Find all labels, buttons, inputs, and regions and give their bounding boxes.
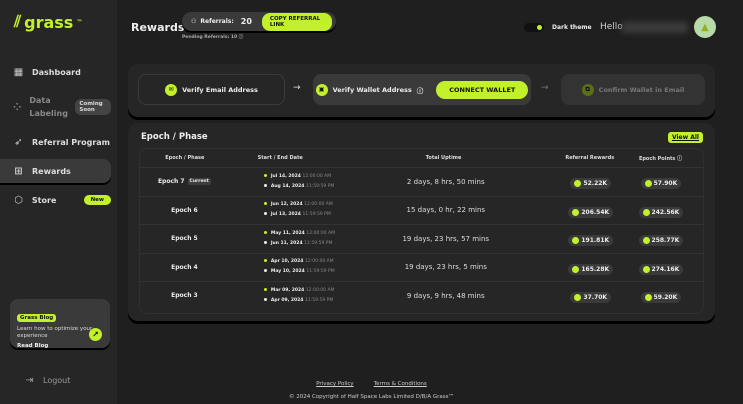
epoch-points: 242.56K — [638, 206, 684, 218]
avatar[interactable]: ▲ — [694, 16, 716, 38]
referrals-count: 20 — [240, 17, 252, 26]
date-range: May 11, 2024 12:00:00 AM Jun 11, 2024 11:… — [229, 229, 335, 249]
step-verify-email[interactable]: ✉ Verify Email Address — [138, 74, 285, 105]
link-icon: ⧉ — [581, 83, 594, 96]
coming-soon-badge: Coming Soon — [75, 99, 111, 115]
referral-rewards: 191.81K — [568, 235, 614, 247]
arrow-up-right-icon[interactable]: ↗ — [89, 328, 102, 341]
date-range: Mar 09, 2024 12:00:00 AM Apr 09, 2024 11:… — [229, 286, 334, 306]
epoch-points: 57.90K — [640, 178, 682, 190]
epoch-card: Epoch / Phase View All Epoch / Phase Sta… — [128, 123, 715, 321]
new-badge: New — [83, 195, 111, 205]
table-row: Epoch 3 Mar 09, 2024 12:00:00 AM Apr 09, … — [140, 281, 703, 310]
gift-icon: ⊞ — [14, 165, 23, 177]
connect-wallet-button[interactable]: CONNECT WALLET — [436, 80, 529, 99]
username-blurred — [622, 22, 688, 33]
grid-icon: ▦ — [13, 66, 24, 78]
logout-button[interactable]: ⇥ Logout — [0, 368, 111, 392]
sidebar-item-referral-program[interactable]: ➶ Referral Program — [0, 130, 111, 154]
copy-referral-link-button[interactable]: COPY REFERRAL LINK — [261, 12, 332, 31]
cube-icon: ⬡ — [14, 194, 23, 206]
epoch-title: Epoch / Phase — [141, 132, 208, 142]
grass-blog-card[interactable]: Grass Blog Learn how to optimize your ex… — [10, 299, 110, 349]
sidebar-item-data-labeling[interactable]: ⁘ Data Labeling Coming Soon — [0, 94, 111, 120]
epoch-name: Epoch 3 — [171, 292, 198, 300]
read-blog-link[interactable]: Read Blog — [17, 343, 103, 349]
total-uptime: 15 days, 0 hr, 22 mins — [406, 206, 486, 215]
greeting: Hello — [600, 22, 623, 32]
grass-coin-icon — [574, 180, 582, 188]
sidebar-item-store[interactable]: ⬡ Store New — [0, 188, 111, 212]
footer-links: Privacy Policy Terms & Conditions — [0, 381, 743, 387]
date-range: Jul 14, 2024 12:00:00 AM Aug 14, 2024 11:… — [229, 172, 334, 192]
referral-rewards: 37.70K — [570, 292, 612, 304]
referral-rewards: 52.22K — [570, 178, 612, 190]
rocket-icon: ➶ — [14, 136, 23, 148]
pending-referrals: Pending Referrals: 10 ⓘ — [182, 35, 244, 40]
arrow-right-icon: → — [293, 83, 301, 93]
referrals-pill: ⚇ Referrals: 20 COPY REFERRAL LINK — [182, 12, 336, 31]
epoch-table: Epoch / Phase Start / End Date Total Upt… — [139, 148, 704, 314]
grass-coin-icon — [642, 265, 650, 273]
logo[interactable]: ⫽ grass ™ — [14, 12, 82, 32]
terms-link[interactable]: Terms & Conditions — [374, 381, 427, 387]
wallet-icon: ▣ — [315, 83, 328, 96]
grass-coin-icon — [574, 294, 582, 302]
current-badge: Current — [187, 178, 211, 186]
date-range: Jun 12, 2024 12:00:00 AM Jul 13, 2024 11:… — [229, 200, 333, 220]
mail-icon: ✉ — [165, 83, 178, 96]
referral-rewards: 206.54K — [568, 206, 614, 218]
epoch-points: 258.77K — [638, 235, 684, 247]
table-row: Epoch 7 Current Jul 14, 2024 12:00:00 AM A… — [140, 167, 703, 196]
table-row: Epoch 6 Jun 12, 2024 12:00:00 AM Jul 13, … — [140, 195, 703, 225]
step-verify-wallet: ▣ Verify Wallet Address ⓘ CONNECT WALLET — [313, 74, 531, 105]
arrow-right-icon: → — [541, 83, 549, 93]
table-row: Epoch 5 May 11, 2024 12:00:00 AM Jun 11, … — [140, 224, 703, 253]
view-all-button[interactable]: View All — [667, 132, 703, 143]
total-uptime: 19 days, 23 hrs, 5 mins — [404, 263, 487, 272]
total-uptime: 2 days, 8 hrs, 50 mins — [406, 177, 485, 186]
user-icon: ⚇ — [191, 18, 197, 25]
info-icon[interactable]: ⓘ — [239, 35, 244, 40]
epoch-name: Epoch 6 — [171, 206, 198, 214]
grass-coin-icon — [572, 237, 580, 245]
info-icon[interactable]: ⓘ — [417, 85, 424, 95]
epoch-name: Epoch 7 — [157, 178, 185, 186]
dark-theme-toggle[interactable] — [524, 23, 544, 32]
page-title: Rewards — [131, 21, 185, 34]
sidebar: ⫽ grass ™ ▦ Dashboard ⁘ Data Labeling Coming … — [0, 0, 117, 404]
sidebar-item-rewards[interactable]: ⊞ Rewards — [0, 159, 111, 183]
sidebar-item-dashboard[interactable]: ▦ Dashboard — [0, 60, 111, 84]
dark-theme-label: Dark theme — [552, 24, 592, 31]
grass-coin-icon — [572, 265, 580, 273]
grass-coin-icon — [642, 237, 650, 245]
step-confirm-wallet: ⧉ Confirm Wallet in Email — [561, 74, 705, 105]
blog-tag: Grass Blog — [17, 314, 57, 322]
epoch-name: Epoch 5 — [171, 235, 198, 243]
labeling-icon: ⁘ — [13, 101, 22, 113]
grass-coin-icon — [644, 180, 652, 188]
table-row: Epoch 4 Apr 10, 2024 12:00:00 AM May 10, … — [140, 252, 703, 282]
grass-coin-icon — [642, 208, 650, 216]
epoch-name: Epoch 4 — [171, 263, 198, 271]
privacy-policy-link[interactable]: Privacy Policy — [316, 381, 353, 387]
total-uptime: 9 days, 9 hrs, 48 mins — [406, 291, 485, 300]
epoch-points: 274.16K — [638, 263, 684, 275]
table-header: Epoch / Phase Start / End Date Total Upt… — [165, 155, 683, 162]
total-uptime: 19 days, 23 hrs, 57 mins — [402, 234, 490, 243]
info-icon[interactable]: ⓘ — [677, 156, 682, 162]
grass-coin-icon — [644, 294, 652, 302]
epoch-points: 59.20K — [640, 292, 682, 304]
referral-rewards: 165.28K — [568, 263, 614, 275]
verification-steps: ✉ Verify Email Address → ▣ Verify Wallet A… — [128, 64, 715, 117]
copyright: © 2024 Copyright of Half Space Labs Limi… — [288, 394, 455, 400]
grass-coin-icon — [572, 208, 580, 216]
logo-icon: ⫽ — [14, 12, 22, 31]
date-range: Apr 10, 2024 12:00:00 AM May 10, 2024 11:… — [229, 257, 335, 277]
